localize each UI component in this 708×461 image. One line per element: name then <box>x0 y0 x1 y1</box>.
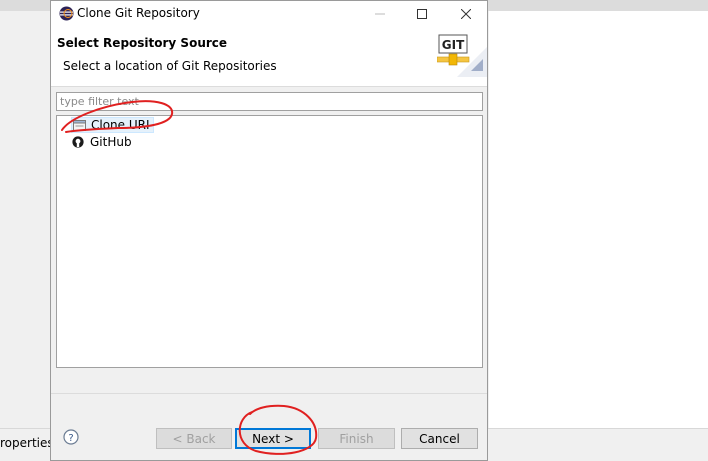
source-item-github[interactable]: GitHub <box>71 134 135 150</box>
eclipse-icon <box>59 6 74 21</box>
maximize-button[interactable] <box>401 1 443 27</box>
next-button[interactable]: Next > <box>235 428 311 449</box>
source-item-clone-uri[interactable]: Clone URI <box>71 117 154 133</box>
window-title: Clone Git Repository <box>77 6 200 20</box>
background-properties-tab[interactable]: roperties <box>0 436 54 450</box>
button-bar-divider <box>51 393 487 394</box>
source-label: GitHub <box>90 135 132 149</box>
source-label: Clone URI <box>91 118 150 132</box>
wizard-header: Select Repository Source Select a locati… <box>51 27 487 87</box>
page-description: Select a location of Git Repositories <box>63 59 277 73</box>
title-bar: Clone Git Repository <box>51 1 487 27</box>
minimize-icon <box>375 13 385 15</box>
close-icon <box>461 9 471 19</box>
back-button[interactable]: < Back <box>156 428 232 449</box>
finish-button[interactable]: Finish <box>318 428 395 449</box>
repository-source-tree: Clone URI GitHub <box>56 115 483 368</box>
minimize-button[interactable] <box>359 1 401 27</box>
background-editor-area <box>489 11 708 428</box>
maximize-icon <box>417 9 427 19</box>
svg-text:?: ? <box>68 433 73 444</box>
svg-text:GIT: GIT <box>442 38 465 52</box>
page-title: Select Repository Source <box>57 36 228 50</box>
github-icon <box>71 135 85 149</box>
help-button[interactable]: ? <box>63 429 79 445</box>
git-wizard-icon: GIT <box>437 34 487 77</box>
close-button[interactable] <box>445 1 487 27</box>
help-icon: ? <box>63 429 79 445</box>
clone-uri-icon <box>72 118 86 132</box>
filter-input[interactable] <box>56 92 483 111</box>
clone-git-repository-dialog: Clone Git Repository Select Repository S… <box>50 0 488 461</box>
cancel-button[interactable]: Cancel <box>401 428 478 449</box>
